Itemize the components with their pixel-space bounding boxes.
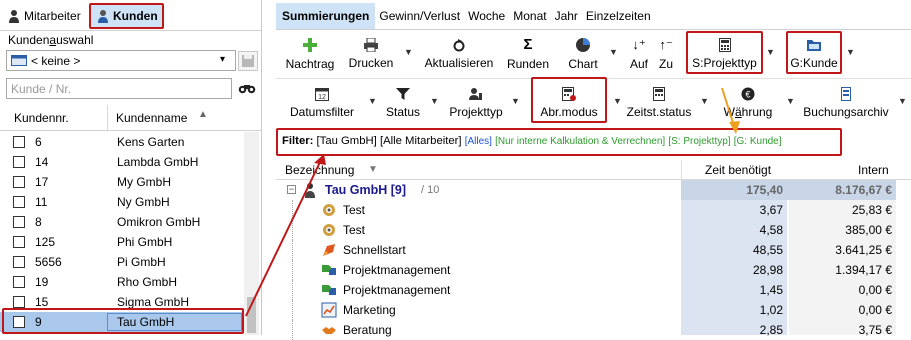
selected-row-highlight: [2, 308, 244, 334]
annotation-arrows: [245, 87, 740, 317]
